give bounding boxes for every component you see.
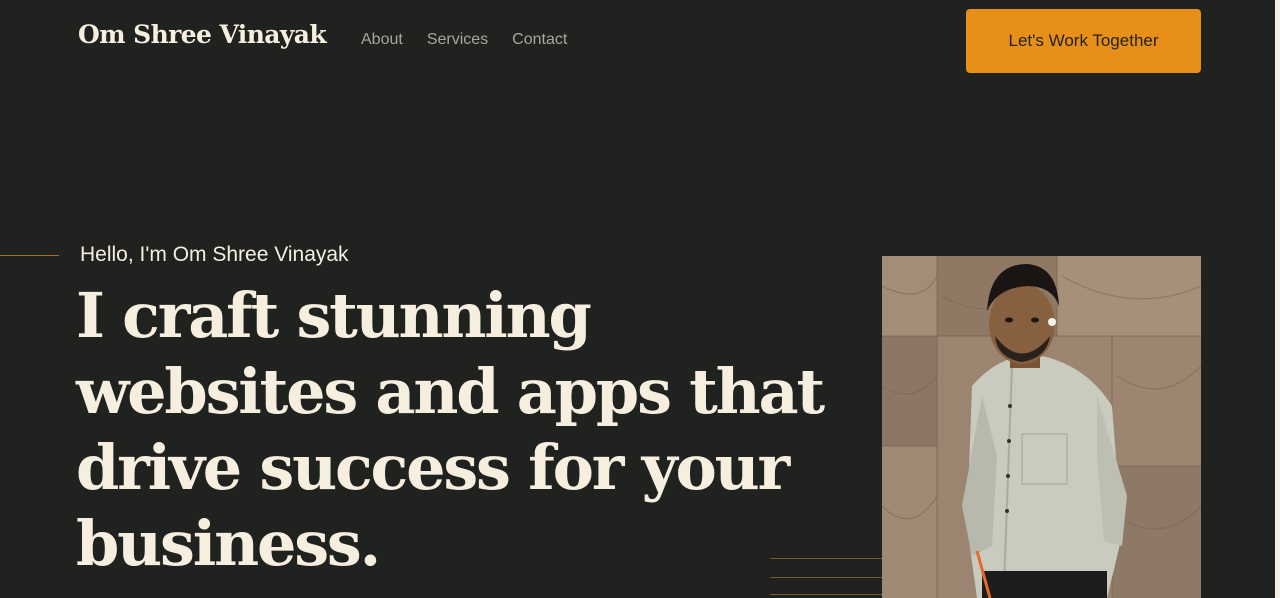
decorative-line <box>770 558 882 559</box>
headline-line: websites and apps that <box>76 355 825 428</box>
headline-line: drive success for your <box>76 431 790 504</box>
profile-photo-illustration <box>882 256 1201 598</box>
decorative-line <box>770 577 882 578</box>
hero-greeting: Hello, I'm Om Shree Vinayak <box>80 243 349 266</box>
main-nav: About Services Contact <box>361 31 567 49</box>
greeting-accent-line <box>0 255 59 256</box>
headline-line: business. <box>76 507 381 580</box>
lets-work-together-button[interactable]: Let's Work Together <box>966 9 1201 73</box>
nav-link-services[interactable]: Services <box>427 31 488 49</box>
page: Om Shree Vinayak About Services Contact … <box>0 0 1280 598</box>
hero-headline: I craft stunning websites and apps that … <box>76 278 876 582</box>
headline-line: I craft stunning <box>76 279 592 352</box>
nav-link-about[interactable]: About <box>361 31 403 49</box>
brand-logo[interactable]: Om Shree Vinayak <box>78 20 327 49</box>
decorative-line <box>770 594 882 595</box>
nav-link-contact[interactable]: Contact <box>512 31 567 49</box>
profile-photo <box>882 256 1201 598</box>
scrollbar-track[interactable] <box>1275 0 1280 598</box>
